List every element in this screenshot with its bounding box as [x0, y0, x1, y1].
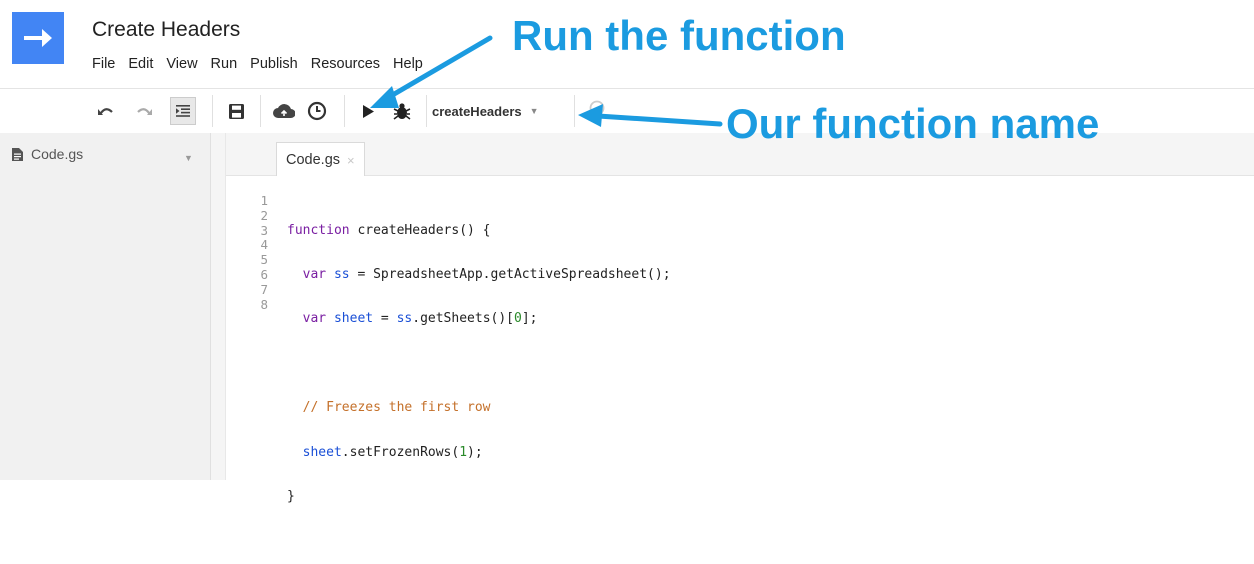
debug-button[interactable] — [390, 89, 414, 133]
line-number: 4 — [260, 237, 268, 253]
code-line: var ss = SpreadsheetApp.getActiveSpreads… — [302, 266, 671, 282]
redo-icon — [137, 108, 152, 115]
annotation-our-function-name: Our function name — [726, 100, 1100, 147]
undo-icon — [98, 108, 113, 115]
menu-resources[interactable]: Resources — [311, 56, 380, 76]
code-line: var sheet = ss.getSheets()[0]; — [302, 311, 538, 327]
line-number: 8 — [260, 296, 268, 312]
tab-label: Code.gs — [286, 152, 341, 168]
apps-script-logo[interactable] — [12, 12, 64, 64]
line-number: 5 — [260, 252, 268, 268]
close-icon[interactable]: × — [347, 153, 355, 168]
code-line: // Freezes the first row — [287, 400, 491, 416]
cloud-upload-icon — [273, 103, 295, 118]
tab-code-gs[interactable]: Code.gs × — [276, 142, 365, 177]
chevron-down-icon: ▼ — [529, 106, 539, 116]
line-number: 7 — [260, 281, 268, 297]
code-line: } — [287, 488, 295, 504]
menu-file[interactable]: File — [92, 56, 115, 76]
indent-icon — [176, 105, 190, 117]
clock-icon — [307, 101, 327, 121]
menu-edit[interactable]: Edit — [128, 56, 153, 76]
menu-run[interactable]: Run — [211, 56, 238, 76]
bug-icon — [393, 103, 411, 120]
chevron-down-icon[interactable]: ▼ — [184, 153, 193, 163]
project-title[interactable]: Create Headers — [92, 18, 240, 42]
sidebar-file-item[interactable]: Code.gs — [12, 146, 83, 162]
function-select-value: createHeaders — [432, 103, 522, 119]
run-button[interactable] — [358, 89, 378, 133]
menu-publish[interactable]: Publish — [250, 56, 298, 76]
undo-button[interactable] — [94, 89, 118, 133]
sidebar-resize-handle[interactable] — [211, 133, 226, 480]
play-icon — [363, 104, 374, 118]
menu-view[interactable]: View — [166, 56, 197, 76]
triggers-button[interactable] — [304, 89, 330, 133]
save-button[interactable] — [224, 89, 248, 133]
sidebar-file-label: Code.gs — [31, 146, 84, 162]
line-numbers: 1 2 3 4 5 6 7 8 — [232, 193, 268, 312]
code-content[interactable]: function createHeaders() { var ss = Spre… — [287, 194, 671, 564]
line-number: 2 — [260, 207, 268, 223]
line-number: 3 — [260, 222, 268, 238]
save-icon — [228, 103, 244, 119]
menu-help[interactable]: Help — [393, 56, 423, 76]
function-select[interactable]: createHeaders ▼ — [432, 89, 539, 133]
line-number: 6 — [260, 266, 268, 282]
redo-button[interactable] — [132, 89, 156, 133]
annotation-run-the-function: Run the function — [512, 12, 846, 59]
document-icon — [12, 147, 23, 161]
file-sidebar — [0, 133, 211, 480]
indent-button[interactable] — [170, 97, 196, 125]
code-line: function createHeaders() { — [287, 222, 491, 238]
execution-hints-button[interactable] — [584, 89, 610, 133]
code-line: sheet.setFrozenRows(1); — [302, 444, 483, 460]
deploy-cloud-button[interactable] — [270, 89, 298, 133]
lightbulb-icon — [589, 100, 605, 120]
line-number: 1 — [260, 193, 268, 208]
arrow-right-icon — [24, 29, 52, 47]
menu-bar: File Edit View Run Publish Resources Hel… — [92, 56, 436, 76]
